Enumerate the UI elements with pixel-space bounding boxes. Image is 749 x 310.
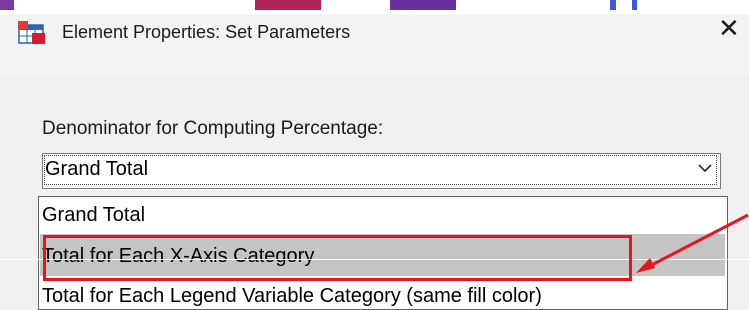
background-app-strip <box>0 0 749 14</box>
dialog-title: Element Properties: Set Parameters <box>62 22 351 42</box>
dropdown-option-grand-total[interactable]: Grand Total <box>42 204 145 227</box>
dropdown-option-legend-variable-category[interactable]: Total for Each Legend Variable Category … <box>42 285 542 308</box>
chevron-down-icon[interactable] <box>698 163 712 173</box>
background-tab <box>255 0 321 10</box>
background-tab <box>0 0 14 10</box>
app-table-icon <box>18 21 45 44</box>
close-icon[interactable]: ✕ <box>718 15 740 41</box>
denominator-label: Denominator for Computing Percentage: <box>42 118 384 139</box>
background-tab <box>610 0 616 10</box>
select-selected-value: Grand Total <box>45 158 149 180</box>
annotation-highlight-box <box>43 235 632 281</box>
background-tab <box>632 0 637 10</box>
annotation-arrow-icon <box>636 214 749 273</box>
background-tab <box>390 0 456 10</box>
